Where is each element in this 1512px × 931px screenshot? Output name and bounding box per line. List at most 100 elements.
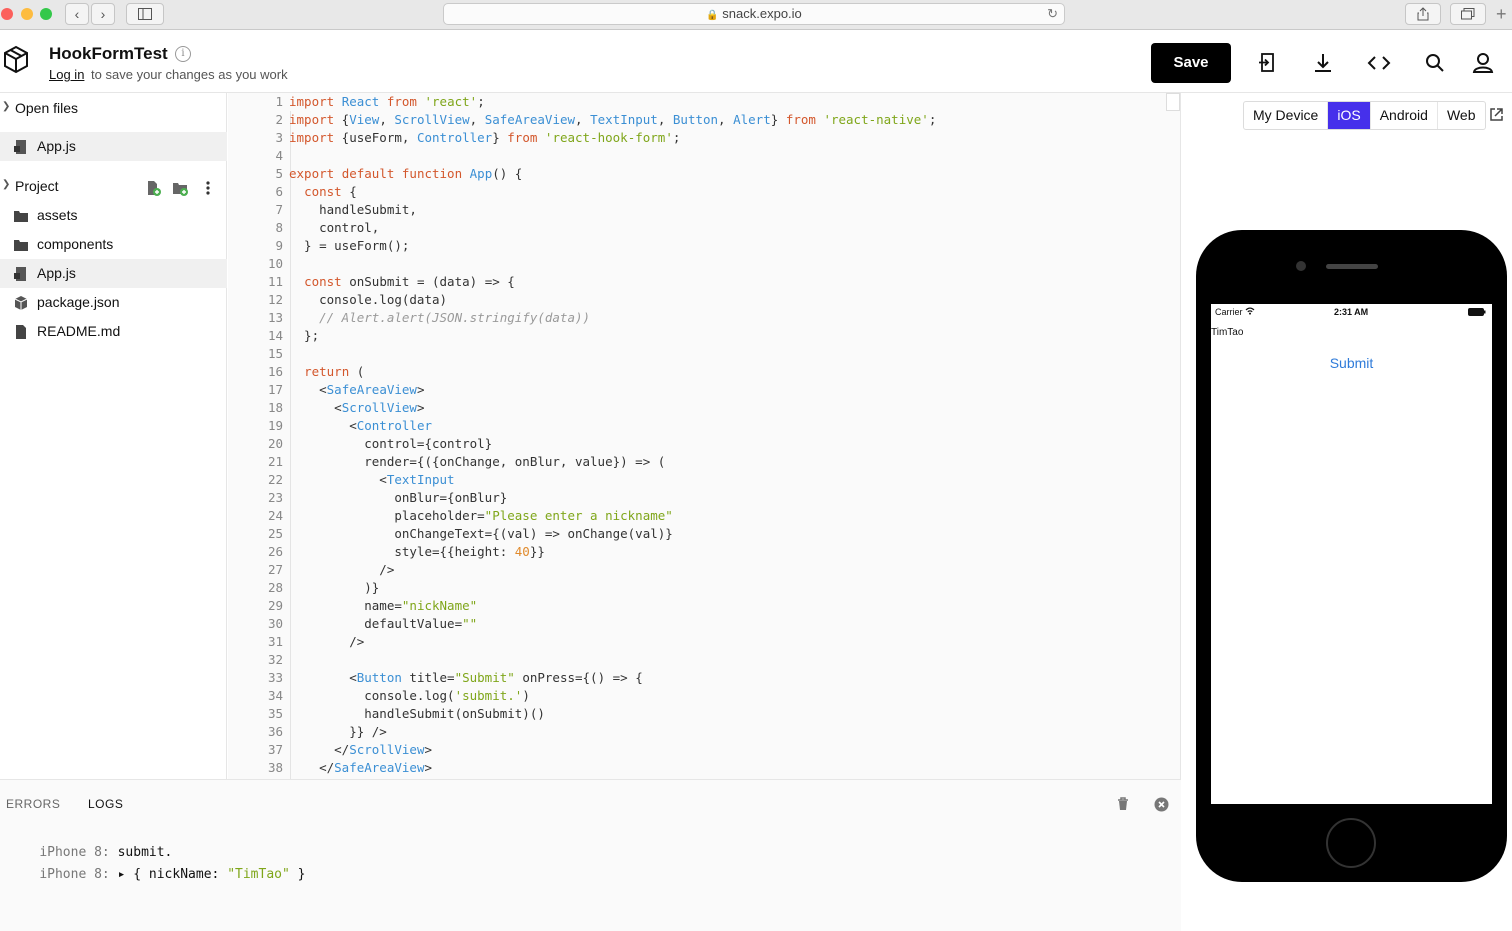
code-line[interactable]: const onSubmit = (data) => {: [289, 274, 515, 289]
project-item-assets[interactable]: assets: [0, 201, 227, 230]
wifi-icon: [1245, 307, 1255, 315]
line-number: 6: [275, 184, 283, 199]
camera-icon: [1296, 261, 1306, 271]
download-icon[interactable]: [1310, 50, 1336, 76]
editor-scrollbar[interactable]: [1166, 93, 1180, 111]
code-line[interactable]: </SafeAreaView>: [289, 760, 432, 775]
line-number: 8: [275, 220, 283, 235]
code-line[interactable]: import {useForm, Controller} from 'react…: [289, 130, 680, 145]
minimize-window-button[interactable]: [21, 8, 33, 20]
code-line[interactable]: control={control}: [289, 436, 492, 451]
tabs-overview-button[interactable]: [1450, 3, 1486, 25]
code-line[interactable]: defaultValue="": [289, 616, 477, 631]
save-button[interactable]: Save: [1151, 43, 1231, 83]
share-button[interactable]: [1405, 3, 1441, 25]
code-line[interactable]: import React from 'react';: [289, 94, 485, 109]
log-entry[interactable]: iPhone 8: ▸ { nickName: "TimTao" }: [8, 852, 305, 897]
sidebar-toggle-button[interactable]: [126, 3, 164, 25]
js-file-icon: [14, 140, 26, 154]
project-header[interactable]: ❯ Project: [0, 173, 227, 201]
open-files-label: Open files: [15, 100, 79, 116]
export-icon[interactable]: [1254, 50, 1280, 76]
open-file-app-js[interactable]: App.js: [0, 132, 227, 161]
code-line[interactable]: )}: [289, 580, 379, 595]
new-folder-icon[interactable]: [172, 180, 188, 196]
code-editor[interactable]: 1 2 3 4 5 6 7 8 9 10 11 12 13 14 15 16 17 18 19 20 21 22 23 24 2…: [228, 93, 1181, 779]
code-line[interactable]: <Button title="Submit" onPress={() => {: [289, 670, 643, 685]
code-line[interactable]: control,: [289, 220, 379, 235]
code-line[interactable]: />: [289, 634, 364, 649]
code-line[interactable]: } = useForm();: [289, 238, 409, 253]
code-line[interactable]: <Controller: [289, 418, 432, 433]
device-preview-panel: My Device iOS Android Web Carrier 2:31 A…: [1182, 93, 1512, 931]
reload-icon[interactable]: ↻: [1047, 4, 1058, 24]
zoom-window-button[interactable]: [40, 8, 52, 20]
code-line[interactable]: onChangeText={(val) => onChange(val)}: [289, 526, 672, 541]
project-item-label: App.js: [37, 265, 76, 281]
line-number: 12: [267, 292, 283, 307]
forward-button[interactable]: ›: [91, 3, 115, 25]
code-line[interactable]: </ScrollView>: [289, 742, 432, 757]
project-item-components[interactable]: components: [0, 230, 227, 259]
device-screen[interactable]: Carrier 2:31 AM TimTao Submit: [1211, 304, 1492, 804]
project-title[interactable]: HookFormTest: [49, 44, 168, 64]
code-line[interactable]: name="nickName": [289, 598, 477, 613]
more-options-icon[interactable]: [200, 180, 216, 196]
code-line[interactable]: import {View, ScrollView, SafeAreaView, …: [289, 112, 936, 127]
home-button[interactable]: [1326, 818, 1376, 868]
code-line[interactable]: // Alert.alert(JSON.stringify(data)): [289, 310, 590, 325]
log-source: iPhone 8:: [39, 867, 110, 882]
embed-code-icon[interactable]: [1366, 50, 1392, 76]
code-line[interactable]: handleSubmit(onSubmit)(): [289, 706, 545, 721]
code-line[interactable]: render={({onChange, onBlur, value}) => (: [289, 454, 665, 469]
nickname-text-input[interactable]: TimTao: [1211, 327, 1492, 347]
back-button[interactable]: ‹: [65, 3, 89, 25]
submit-button[interactable]: Submit: [1211, 355, 1492, 371]
code-line[interactable]: <ScrollView>: [289, 400, 424, 415]
code-line[interactable]: console.log(data): [289, 292, 447, 307]
tab-ios[interactable]: iOS: [1328, 102, 1371, 129]
browser-chrome: ‹ › 🔒 snack.expo.io ↻ +: [0, 0, 1512, 30]
close-window-button[interactable]: [1, 8, 13, 20]
tab-android[interactable]: Android: [1371, 102, 1438, 129]
url-text: snack.expo.io: [722, 6, 802, 21]
new-file-icon[interactable]: [145, 180, 161, 196]
code-line[interactable]: handleSubmit,: [289, 202, 417, 217]
address-bar[interactable]: 🔒 snack.expo.io ↻: [443, 3, 1065, 25]
login-link[interactable]: Log in: [49, 67, 84, 82]
code-line[interactable]: placeholder="Please enter a nickname": [289, 508, 672, 523]
tab-logs[interactable]: LOGS: [88, 797, 123, 811]
code-line[interactable]: onBlur={onBlur}: [289, 490, 507, 505]
search-icon[interactable]: [1422, 50, 1448, 76]
project-item-package-json[interactable]: package.json: [0, 288, 227, 317]
info-icon[interactable]: i: [175, 46, 191, 62]
line-number-gutter: 1 2 3 4 5 6 7 8 9 10 11 12 13 14 15 16 17 18 19 20 21 22 23 24 2…: [228, 93, 283, 779]
project-item-readme[interactable]: README.md: [0, 317, 227, 346]
code-line[interactable]: <TextInput: [289, 472, 454, 487]
code-line[interactable]: style={{height: 40}}: [289, 544, 545, 559]
line-number: 34: [267, 688, 283, 703]
code-line[interactable]: return (: [289, 364, 364, 379]
tab-my-device[interactable]: My Device: [1244, 102, 1329, 129]
code-line[interactable]: }} />: [289, 724, 387, 739]
folder-icon: [14, 240, 28, 251]
code-line[interactable]: };: [289, 328, 319, 343]
code-line[interactable]: export default function App() {: [289, 166, 522, 181]
tab-web[interactable]: Web: [1438, 102, 1485, 129]
share-icon: [1417, 7, 1429, 21]
new-tab-button[interactable]: +: [1496, 4, 1507, 25]
code-line[interactable]: console.log('submit.'): [289, 688, 530, 703]
code-line[interactable]: <SafeAreaView>: [289, 382, 424, 397]
project-item-app-js[interactable]: App.js: [0, 259, 227, 288]
trash-icon[interactable]: [1117, 797, 1129, 811]
open-files-header[interactable]: ❯ Open files: [0, 95, 227, 123]
line-number: 1: [275, 94, 283, 109]
code-line[interactable]: const {: [289, 184, 357, 199]
line-number: 16: [267, 364, 283, 379]
log-object-prefix[interactable]: ▸ {: [118, 867, 149, 882]
close-console-icon[interactable]: [1154, 797, 1169, 812]
tab-errors[interactable]: ERRORS: [6, 797, 60, 811]
open-external-icon[interactable]: [1489, 107, 1504, 122]
code-line[interactable]: />: [289, 562, 394, 577]
user-account-icon[interactable]: [1470, 50, 1496, 76]
